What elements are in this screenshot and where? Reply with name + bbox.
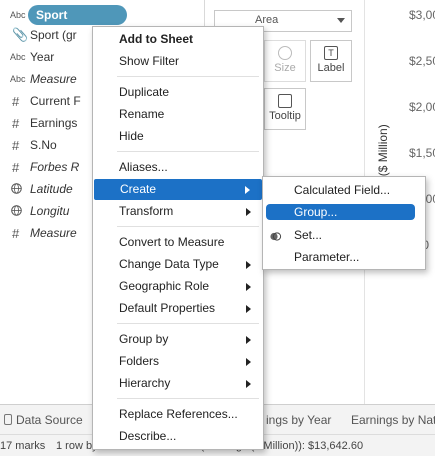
number-type-icon: # <box>12 159 20 175</box>
number-type-icon: # <box>12 115 20 131</box>
menu-separator <box>117 151 259 152</box>
tooltip-icon <box>278 94 292 108</box>
field-label: Longitu <box>30 204 70 218</box>
field-label: Year <box>30 50 55 64</box>
menu-item-transform[interactable]: Transform <box>93 201 263 222</box>
field-label: Forbes R <box>30 160 80 174</box>
menu-item-add-to-sheet[interactable]: Add to Sheet <box>93 29 263 50</box>
number-type-icon: # <box>12 137 20 153</box>
submenu-arrow-icon <box>246 305 251 313</box>
field-label: Latitude <box>30 182 73 196</box>
size-label: Size <box>274 62 296 74</box>
menu-item-label: Geographic Role <box>119 279 210 293</box>
menu-item-label: Transform <box>119 204 174 218</box>
mark-type-value: Area <box>255 14 279 26</box>
menu-item-convert-to-measure[interactable]: Convert to Measure <box>93 232 263 253</box>
globe-icon <box>0 182 30 196</box>
menu-item-aliases[interactable]: Aliases... <box>93 157 263 178</box>
submenu-arrow-icon <box>246 336 251 344</box>
submenu-item-label: Set... <box>294 228 323 242</box>
menu-item-duplicate[interactable]: Duplicate <box>93 82 263 103</box>
menu-item-label: Change Data Type <box>119 257 219 271</box>
menu-item-hierarchy[interactable]: Hierarchy <box>93 373 263 394</box>
menu-item-describe[interactable]: Describe... <box>93 426 263 447</box>
field-label: Current F <box>30 94 81 108</box>
menu-item-rename[interactable]: Rename <box>93 104 263 125</box>
menu-item-default-properties[interactable]: Default Properties <box>93 298 263 319</box>
submenu-arrow-icon <box>246 380 251 388</box>
menu-item-change-data-type[interactable]: Change Data Type <box>93 254 263 275</box>
y-tick: $2,00 <box>409 100 435 114</box>
size-button[interactable]: Size <box>264 40 306 82</box>
set-icon <box>269 229 282 242</box>
submenu-item-calculated-field[interactable]: Calculated Field... <box>263 180 425 201</box>
menu-item-label: Create <box>120 182 157 196</box>
string-type-icon: Abc <box>10 74 26 84</box>
string-type-icon: Abc <box>10 52 26 62</box>
label-icon: T <box>324 46 338 60</box>
menu-item-create[interactable]: Create <box>94 179 262 200</box>
tab-earnings-by-year[interactable]: ings by Year <box>266 413 331 427</box>
menu-item-label: Hierarchy <box>119 376 171 390</box>
data-source-icon <box>4 414 12 425</box>
submenu-arrow-icon <box>246 283 251 291</box>
marks-count: 17 marks <box>0 440 46 452</box>
number-type-icon: # <box>12 93 20 109</box>
y-tick: $3,00 <box>409 8 435 22</box>
context-menu: Add to Sheet Show Filter Duplicate Renam… <box>92 26 264 450</box>
submenu-arrow-icon <box>246 208 251 216</box>
menu-item-label: Default Properties <box>119 301 216 315</box>
field-label: Earnings <box>30 116 78 130</box>
size-icon <box>278 46 292 60</box>
submenu-arrow-icon <box>246 261 251 269</box>
submenu-arrow-icon <box>246 358 251 366</box>
menu-item-folders[interactable]: Folders <box>93 351 263 372</box>
menu-item-label: Folders <box>119 354 160 368</box>
submenu-item-group[interactable]: Group... <box>266 204 415 220</box>
create-submenu: Calculated Field... Group... Set... Para… <box>262 176 426 270</box>
globe-icon <box>0 204 30 218</box>
string-type-icon: Abc <box>10 10 26 20</box>
number-type-icon: # <box>12 225 20 241</box>
submenu-arrow-icon <box>245 186 250 194</box>
label-label: Label <box>317 62 345 74</box>
menu-item-group-by[interactable]: Group by <box>93 329 263 350</box>
field-label: Sport (gr <box>30 28 77 42</box>
tab-data-source[interactable]: Data Source <box>4 413 83 427</box>
menu-item-hide[interactable]: Hide <box>93 126 263 147</box>
y-tick: $2,50 <box>409 54 435 68</box>
y-tick: $1,50 <box>409 146 435 160</box>
field-sport[interactable]: Abc Sport <box>0 4 205 26</box>
menu-item-label: Group by <box>119 332 169 346</box>
menu-item-geographic-role[interactable]: Geographic Role <box>93 276 263 297</box>
paperclip-icon: 📎 <box>12 27 29 42</box>
chevron-down-icon <box>337 18 345 23</box>
menu-separator <box>117 323 259 324</box>
field-label: Measure <box>30 226 77 240</box>
submenu-item-parameter[interactable]: Parameter... <box>263 247 425 268</box>
menu-separator <box>117 226 259 227</box>
tab-label: Data Source <box>16 413 83 427</box>
menu-separator <box>117 76 259 77</box>
submenu-item-set[interactable]: Set... <box>263 225 425 246</box>
tooltip-label: Tooltip <box>269 110 301 122</box>
menu-item-show-filter[interactable]: Show Filter <box>93 51 263 72</box>
tab-earnings-by-nationality[interactable]: Earnings by Nat <box>351 413 435 427</box>
field-label: S.No <box>30 138 57 152</box>
label-button[interactable]: T Label <box>310 40 352 82</box>
field-label: Measure <box>30 72 77 86</box>
field-label: Sport <box>28 5 128 25</box>
menu-item-replace-references[interactable]: Replace References... <box>93 404 263 425</box>
menu-separator <box>117 398 259 399</box>
tooltip-button[interactable]: Tooltip <box>264 88 306 130</box>
